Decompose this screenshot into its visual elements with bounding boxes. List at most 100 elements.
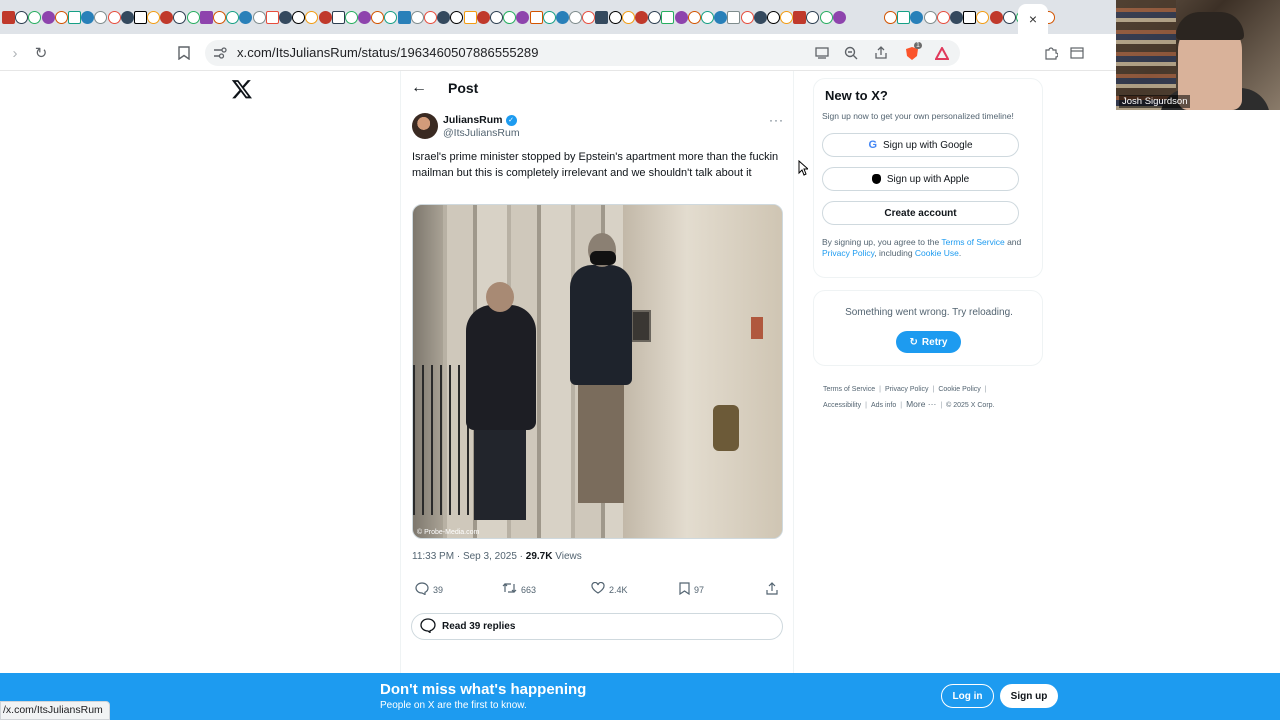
login-button[interactable]: Log in — [941, 684, 994, 708]
pinned-tab-favicon-icon[interactable] — [963, 10, 977, 24]
bookmark-icon[interactable] — [174, 43, 194, 63]
pinned-tab-favicon-icon[interactable] — [503, 10, 517, 24]
pinned-tab-favicon-icon[interactable] — [648, 10, 662, 24]
pinned-tab-favicon-icon[interactable] — [714, 10, 728, 24]
pinned-tab-favicon-icon[interactable] — [936, 10, 950, 24]
pinned-tab-favicon-icon[interactable] — [989, 10, 1003, 24]
avatar[interactable] — [412, 113, 438, 139]
pinned-tab-favicon-icon[interactable] — [687, 10, 701, 24]
reload-icon[interactable]: ↻ — [31, 43, 51, 63]
pinned-tab-favicon-icon[interactable] — [226, 10, 240, 24]
more-options-icon[interactable]: ··· — [769, 113, 784, 127]
pinned-tab-favicon-icon[interactable] — [292, 10, 306, 24]
pinned-tab-favicon-icon[interactable] — [884, 10, 897, 24]
pinned-tab-favicon-icon[interactable] — [318, 10, 332, 24]
pinned-tab-favicon-icon[interactable] — [463, 10, 477, 24]
pinned-tab-favicon-icon[interactable] — [976, 10, 990, 24]
author-name[interactable]: JuliansRum ✓ — [443, 114, 517, 126]
footer-cookie-link[interactable]: Cookie Policy — [938, 386, 980, 393]
pinned-tab-favicon-icon[interactable] — [621, 10, 635, 24]
pinned-tab-favicon-icon[interactable] — [384, 10, 398, 24]
pinned-tab-favicon-icon[interactable] — [81, 10, 95, 24]
pinned-tab-favicon-icon[interactable] — [766, 10, 780, 24]
footer-terms-link[interactable]: Terms of Service — [823, 386, 875, 393]
pinned-tab-favicon-icon[interactable] — [1002, 10, 1016, 24]
tweet-photo[interactable]: © Probe-Media.com — [412, 204, 783, 539]
pinned-tab-favicon-icon[interactable] — [147, 10, 161, 24]
pinned-tab-favicon-icon[interactable] — [15, 10, 29, 24]
pinned-tab-favicon-icon[interactable] — [542, 10, 556, 24]
reply-button[interactable]: 39 — [415, 582, 443, 598]
footer-privacy-link[interactable]: Privacy Policy — [885, 386, 929, 393]
footer-more-link[interactable]: More ··· — [906, 399, 936, 409]
pinned-tab-favicon-icon[interactable] — [28, 10, 42, 24]
pinned-tab-favicon-icon[interactable] — [120, 10, 134, 24]
display-name[interactable]: JuliansRum — [443, 114, 503, 126]
pinned-tab-favicon-icon[interactable] — [67, 10, 81, 24]
pinned-tab-favicon-icon[interactable] — [94, 10, 108, 24]
pinned-tab-favicon-icon[interactable] — [910, 10, 924, 24]
pinned-tab-favicon-icon[interactable] — [489, 10, 503, 24]
pinned-tab-favicon-icon[interactable] — [397, 10, 411, 24]
pinned-tab-favicon-icon[interactable] — [2, 10, 15, 24]
repost-button[interactable]: 663 — [502, 582, 536, 597]
pinned-tab-favicon-icon[interactable] — [740, 10, 754, 24]
pinned-tab-favicon-icon[interactable] — [635, 10, 648, 24]
pinned-tab-favicon-icon[interactable] — [305, 10, 319, 24]
pinned-tab-favicon-icon[interactable] — [199, 10, 213, 24]
share-post-button[interactable] — [766, 582, 778, 598]
pinned-tab-favicon-icon[interactable] — [608, 10, 622, 24]
footer-ads-link[interactable]: Ads info — [871, 402, 896, 409]
pinned-tab-favicon-icon[interactable] — [331, 10, 345, 24]
create-account-button[interactable]: Create account — [822, 201, 1019, 225]
signup-google-button[interactable]: G Sign up with Google — [822, 133, 1019, 157]
brave-rewards-icon[interactable] — [933, 44, 951, 62]
back-arrow-icon[interactable]: ← — [411, 79, 427, 97]
pinned-tab-favicon-icon[interactable] — [897, 10, 911, 24]
pinned-tab-favicon-icon[interactable] — [424, 10, 437, 24]
pinned-tab-favicon-icon[interactable] — [555, 10, 569, 24]
address-bar[interactable]: x.com/ItsJuliansRum/status/1963460507886… — [205, 40, 960, 66]
pinned-tab-favicon-icon[interactable] — [780, 10, 794, 24]
pinned-tab-favicon-icon[interactable] — [727, 10, 741, 24]
close-tab-icon[interactable]: × — [1029, 11, 1037, 27]
pinned-tab-favicon-icon[interactable] — [569, 10, 583, 24]
pinned-tab-favicon-icon[interactable] — [674, 10, 688, 24]
pinned-tab-favicon-icon[interactable] — [54, 10, 68, 24]
forward-icon[interactable]: › — [5, 43, 25, 63]
pinned-tab-favicon-icon[interactable] — [252, 10, 266, 24]
share-icon[interactable] — [872, 44, 890, 62]
pinned-tab-favicon-icon[interactable] — [107, 10, 121, 24]
zoom-icon[interactable] — [842, 44, 860, 62]
pinned-tab-favicon-icon[interactable] — [793, 10, 807, 24]
pinned-tab-favicon-icon[interactable] — [371, 10, 385, 24]
pinned-tab-favicon-icon[interactable] — [186, 10, 200, 24]
pinned-tab-favicon-icon[interactable] — [278, 10, 292, 24]
pinned-tab-favicon-icon[interactable] — [265, 10, 279, 24]
pinned-tab-favicon-icon[interactable] — [344, 10, 358, 24]
brave-shield-icon[interactable]: 1 — [903, 42, 922, 62]
footer-accessibility-link[interactable]: Accessibility — [823, 402, 861, 409]
pinned-tab-favicon-icon[interactable] — [133, 10, 147, 24]
cookie-use-link[interactable]: Cookie Use — [915, 248, 959, 258]
sidebar-panel-icon[interactable] — [1067, 43, 1087, 63]
pinned-tab-favicon-icon[interactable] — [173, 10, 187, 24]
privacy-link[interactable]: Privacy Policy — [822, 248, 874, 258]
pinned-tab-favicon-icon[interactable] — [213, 10, 226, 24]
pinned-tab-favicon-icon[interactable] — [595, 10, 609, 24]
pinned-tab-favicon-icon[interactable] — [450, 10, 464, 24]
active-tab[interactable]: × — [1018, 4, 1048, 34]
pinned-tab-favicon-icon[interactable] — [476, 10, 490, 24]
x-logo-icon[interactable] — [231, 78, 253, 100]
read-replies-button[interactable]: Read 39 replies — [411, 613, 783, 640]
pinned-tab-favicon-icon[interactable] — [753, 10, 767, 24]
pinned-tab-favicon-icon[interactable] — [529, 10, 543, 24]
pinned-tab-favicon-icon[interactable] — [516, 10, 530, 24]
pinned-tab-favicon-icon[interactable] — [949, 10, 963, 24]
signup-button[interactable]: Sign up — [1000, 684, 1058, 708]
pinned-tab-favicon-icon[interactable] — [410, 10, 424, 24]
pinned-tab-favicon-icon[interactable] — [41, 10, 55, 24]
pinned-tab-favicon-icon[interactable] — [700, 10, 714, 24]
pinned-tab-favicon-icon[interactable] — [832, 10, 846, 24]
pinned-tab-favicon-icon[interactable] — [582, 10, 596, 24]
